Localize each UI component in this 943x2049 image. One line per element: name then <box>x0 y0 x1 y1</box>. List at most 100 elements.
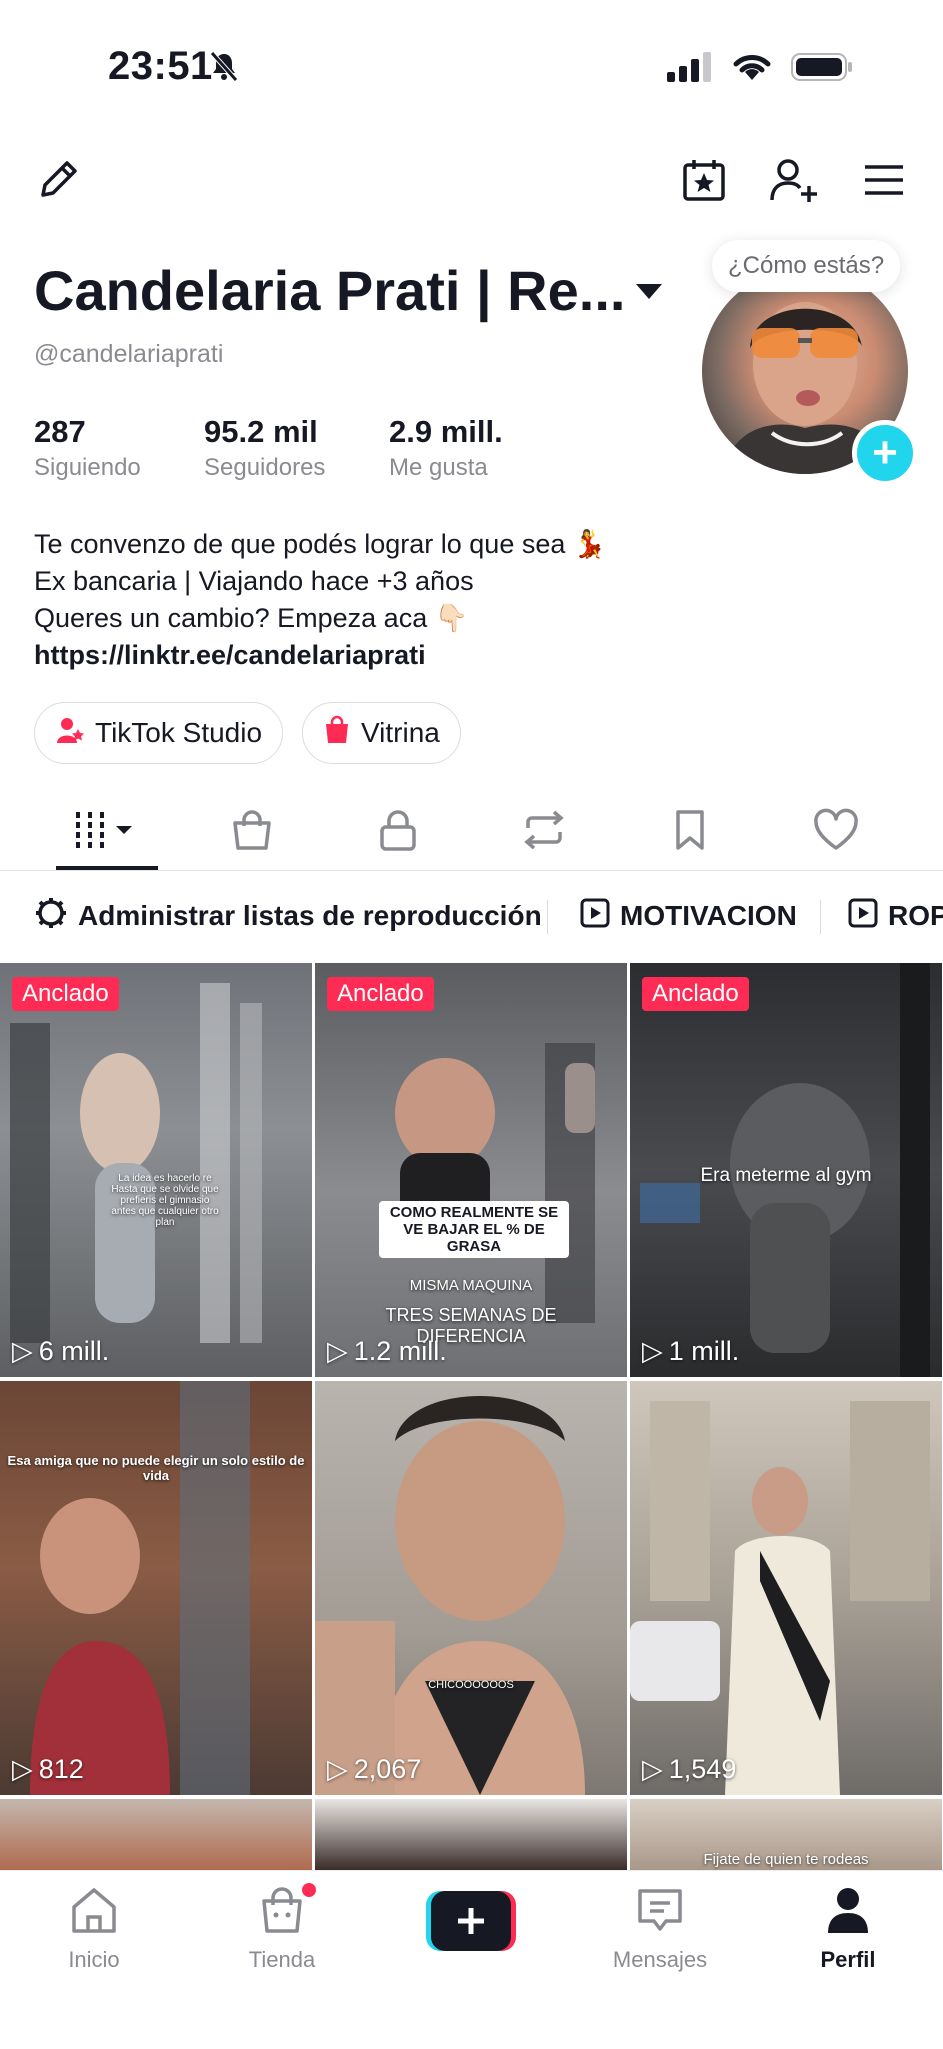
status-icons <box>210 51 853 87</box>
video-caption: COMO REALMENTE SE VE BAJAR EL % DE GRASA <box>379 1201 569 1258</box>
pinned-badge: Anclado <box>327 977 434 1011</box>
bell-mute-icon <box>209 50 239 87</box>
playlist-divider <box>547 900 548 934</box>
video-tile[interactable]: Anclado COMO REALMENTE SE VE BAJAR EL % … <box>315 963 627 1377</box>
notification-dot <box>302 1883 316 1897</box>
view-count: ▷ 1,549 <box>642 1754 736 1785</box>
video-tile[interactable] <box>0 1799 312 1870</box>
video-tile[interactable]: ▷ 1,549 <box>630 1381 942 1795</box>
nav-profile[interactable]: Perfil <box>778 1885 918 1973</box>
video-tile[interactable]: Fijate de quien te rodeas <box>630 1799 942 1870</box>
nav-shop[interactable]: Tienda <box>212 1883 352 1973</box>
home-icon <box>68 1885 120 1941</box>
add-user-icon[interactable] <box>764 150 824 210</box>
view-count: ▷ 2,067 <box>327 1754 421 1785</box>
view-count: ▷ 1 mill. <box>642 1336 739 1367</box>
view-count: ▷ 1.2 mill. <box>327 1336 447 1367</box>
nav-shop-label: Tienda <box>248 1947 316 1972</box>
play-icon: ▷ <box>642 1336 663 1366</box>
add-story-plus-icon[interactable]: + <box>852 420 918 486</box>
stat-following[interactable]: 287 Siguiendo <box>34 414 141 482</box>
manage-playlists-label: Administrar listas de reproducción <box>78 900 542 931</box>
pinned-badge: Anclado <box>642 977 749 1011</box>
shopping-bag-icon <box>323 715 351 752</box>
bottom-nav: Inicio Tienda Mensajes Perfil <box>0 1870 943 2049</box>
stat-followers-label: Seguidores <box>204 454 326 481</box>
view-count-value: 2,067 <box>353 1754 422 1784</box>
play-square-icon <box>848 898 878 935</box>
wifi-icon <box>731 52 773 87</box>
tab-shop[interactable] <box>204 798 300 862</box>
video-caption-secondary: MISMA MAQUINA <box>409 1277 533 1294</box>
bio-line: Ex bancaria | Viajando hace +3 años <box>34 566 474 596</box>
tiktok-studio-button[interactable]: TikTok Studio <box>34 702 284 764</box>
tab-divider <box>0 870 943 871</box>
edit-pencil-icon[interactable] <box>28 150 88 210</box>
play-icon: ▷ <box>327 1336 348 1366</box>
video-caption: Era meterme al gym <box>700 1165 872 1186</box>
stat-followers-value: 95.2 mil <box>204 414 318 449</box>
stat-following-label: Siguiendo <box>34 454 141 481</box>
nav-home[interactable]: Inicio <box>24 1885 164 1973</box>
playlist-label: ROP <box>888 900 943 931</box>
view-count: ▷ 812 <box>12 1754 84 1785</box>
tiktok-studio-label: TikTok Studio <box>95 717 263 748</box>
play-square-icon <box>580 898 610 935</box>
playlist-motivacion[interactable]: MOTIVACION <box>580 896 797 936</box>
video-tile[interactable]: CHICOOOOOOS ▷ 2,067 <box>315 1381 627 1795</box>
manage-playlists-button[interactable]: Administrar listas de reproducción <box>34 896 542 936</box>
playlist-label: MOTIVACION <box>620 900 797 931</box>
nav-messages-label: Mensajes <box>612 1947 708 1972</box>
pinned-badge: Anclado <box>12 977 119 1011</box>
studio-icon <box>55 715 85 752</box>
bio-link[interactable]: https://linktr.ee/candelariaprati <box>34 637 607 674</box>
shop-bag-icon <box>256 1883 316 1941</box>
video-tile[interactable] <box>315 1799 627 1870</box>
profile-display-name[interactable]: Candelaria Prati | Re... <box>34 258 625 323</box>
menu-icon[interactable] <box>854 150 914 210</box>
signal-icon <box>667 52 713 87</box>
message-icon <box>634 1885 686 1941</box>
stat-following-value: 287 <box>34 414 86 449</box>
tab-private[interactable] <box>350 798 446 862</box>
stat-likes-value: 2.9 mill. <box>389 414 503 449</box>
view-count-value: 812 <box>38 1754 84 1784</box>
video-tile[interactable]: Esa amiga que no puede elegir un solo es… <box>0 1381 312 1795</box>
video-caption: Esa amiga que no puede elegir un solo es… <box>7 1453 305 1483</box>
play-icon: ▷ <box>642 1754 663 1784</box>
gear-icon <box>34 896 68 937</box>
play-icon: ▷ <box>327 1754 348 1784</box>
greeting-bubble[interactable]: ¿Cómo estás? <box>712 240 901 292</box>
view-count-value: 1,549 <box>668 1754 737 1784</box>
stat-followers[interactable]: 95.2 mil Seguidores <box>204 414 325 482</box>
playlist-divider <box>820 900 821 934</box>
bio-line: Queres un cambio? Empeza aca 👇🏻 <box>34 603 469 633</box>
view-count-value: 6 mill. <box>38 1336 110 1366</box>
create-button[interactable] <box>426 1891 516 1951</box>
view-count-value: 1.2 mill. <box>353 1336 447 1366</box>
tab-saved[interactable] <box>642 798 738 862</box>
video-caption: Fijate de quien te rodeas <box>703 1851 869 1868</box>
view-count: ▷ 6 mill. <box>12 1336 109 1367</box>
play-icon: ▷ <box>12 1336 33 1366</box>
video-tile[interactable]: Anclado La idea es hacerlo re Hasta que … <box>0 963 312 1377</box>
stat-likes-label: Me gusta <box>389 454 488 481</box>
video-tile[interactable]: Anclado Era meterme al gym ▷ 1 mill. <box>630 963 942 1377</box>
nav-home-label: Inicio <box>68 1947 120 1972</box>
tab-reposts[interactable] <box>496 798 592 862</box>
battery-icon <box>791 52 853 87</box>
play-icon: ▷ <box>12 1754 33 1784</box>
nav-messages[interactable]: Mensajes <box>590 1885 730 1973</box>
stat-likes[interactable]: 2.9 mill. Me gusta <box>389 414 503 482</box>
bio: Te convenzo de que podés lograr lo que s… <box>34 526 607 674</box>
tab-liked[interactable] <box>788 798 884 862</box>
showcase-button[interactable]: Vitrina <box>302 702 461 764</box>
chevron-down-icon[interactable] <box>636 284 662 299</box>
video-caption: CHICOOOOOOS <box>428 1679 514 1691</box>
tab-videos[interactable] <box>59 798 155 862</box>
profile-username: @candelariaprati <box>34 340 224 368</box>
playlist-rop[interactable]: ROP <box>848 896 943 936</box>
view-count-value: 1 mill. <box>668 1336 740 1366</box>
calendar-star-icon[interactable] <box>674 150 734 210</box>
status-time: 23:51 <box>108 44 213 88</box>
